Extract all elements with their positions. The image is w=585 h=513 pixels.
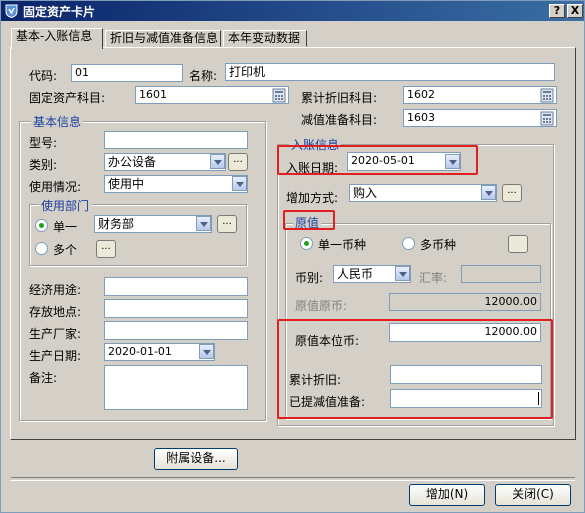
model-input[interactable] <box>104 131 248 149</box>
method-select[interactable]: 购入 <box>349 184 497 202</box>
maker-input[interactable] <box>104 321 248 340</box>
dept-select[interactable]: 财务部 <box>94 215 212 233</box>
remark-input[interactable] <box>104 365 248 410</box>
highlight-value-section <box>277 319 553 419</box>
rate-input <box>461 265 541 283</box>
currency-browse-button[interactable] <box>508 235 528 253</box>
impairment-account-label: 减值准备科目: <box>301 113 378 127</box>
help-button[interactable]: ? <box>549 4 565 18</box>
chevron-down-icon[interactable] <box>481 185 496 200</box>
usage-label: 使用情况: <box>29 180 82 194</box>
single-dept-radio[interactable] <box>35 219 48 232</box>
asset-account-label: 固定资产科目: <box>29 91 106 105</box>
currency-label: 币别: <box>295 271 324 285</box>
close-button[interactable]: 关闭(C) <box>495 484 571 506</box>
prod-date-label: 生产日期: <box>29 349 82 363</box>
name-input[interactable]: 打印机 <box>225 63 555 81</box>
method-browse-button[interactable]: ... <box>502 184 522 202</box>
accum-dep-label: 累计折旧科目: <box>301 91 378 105</box>
attach-equipment-button[interactable]: 附属设备... <box>154 448 238 470</box>
name-label: 名称: <box>189 69 218 83</box>
orig-foreign-label: 原值原币: <box>295 299 348 313</box>
code-input[interactable]: 01 <box>71 64 183 82</box>
tab-depreciation[interactable]: 折旧与减值准备信息 <box>105 30 221 47</box>
orig-foreign-input: 12000.00 <box>389 293 541 311</box>
title-bar: 固定资产卡片 ? X <box>1 1 584 21</box>
location-input[interactable] <box>104 299 248 318</box>
multi-dept-label: 多个 <box>53 243 78 257</box>
model-label: 型号: <box>29 136 58 150</box>
chevron-down-icon[interactable] <box>395 266 410 281</box>
account-picker-icon[interactable] <box>272 88 286 103</box>
purpose-input[interactable] <box>104 277 248 296</box>
maker-label: 生产厂家: <box>29 327 82 341</box>
tab-bar: 基本-入账信息 折旧与减值准备信息 本年变动数据 <box>1 21 584 49</box>
usage-select[interactable]: 使用中 <box>104 175 248 193</box>
highlight-orig-value <box>283 210 335 230</box>
multi-dept-radio[interactable] <box>35 242 48 255</box>
multi-currency-label: 多币种 <box>420 238 457 252</box>
method-label: 增加方式: <box>286 191 339 205</box>
single-dept-label: 单一 <box>53 220 78 234</box>
basic-info-title: 基本信息 <box>31 113 84 130</box>
tab-annual-change[interactable]: 本年变动数据 <box>223 30 307 47</box>
location-label: 存放地点: <box>29 305 82 319</box>
chevron-down-icon[interactable] <box>232 176 247 191</box>
remark-label: 备注: <box>29 371 58 385</box>
tab-basic-entry[interactable]: 基本-入账信息 <box>11 28 103 49</box>
chevron-down-icon[interactable] <box>196 216 211 231</box>
highlight-entry-date <box>277 145 478 175</box>
code-label: 代码: <box>29 69 58 83</box>
chevron-down-icon[interactable] <box>199 344 214 359</box>
account-picker-icon[interactable] <box>540 111 554 126</box>
category-select[interactable]: 办公设备 <box>104 153 226 171</box>
rate-label: 汇率: <box>419 271 448 285</box>
accum-dep-input[interactable]: 1602 <box>403 86 557 104</box>
chevron-down-icon[interactable] <box>210 154 225 169</box>
purpose-label: 经济用途: <box>29 283 82 297</box>
single-currency-radio[interactable] <box>300 237 313 250</box>
divider <box>11 477 575 481</box>
multi-currency-radio[interactable] <box>402 237 415 250</box>
single-currency-label: 单一币种 <box>318 238 367 252</box>
window-title: 固定资产卡片 <box>23 5 96 19</box>
close-window-button[interactable]: X <box>567 4 583 18</box>
asset-card-window: 固定资产卡片 ? X 基本-入账信息 折旧与减值准备信息 本年变动数据 代码: … <box>0 0 585 513</box>
category-browse-button[interactable]: ... <box>228 153 248 171</box>
dept-browse-button[interactable]: ... <box>217 215 237 233</box>
impairment-account-input[interactable]: 1603 <box>403 109 557 127</box>
multi-dept-browse-button[interactable]: ... <box>96 240 116 258</box>
account-picker-icon[interactable] <box>540 88 554 103</box>
category-label: 类别: <box>29 158 58 172</box>
dept-title: 使用部门 <box>39 197 92 214</box>
app-icon <box>5 4 18 18</box>
asset-account-input[interactable]: 1601 <box>135 86 289 104</box>
add-button[interactable]: 增加(N) <box>409 484 485 506</box>
